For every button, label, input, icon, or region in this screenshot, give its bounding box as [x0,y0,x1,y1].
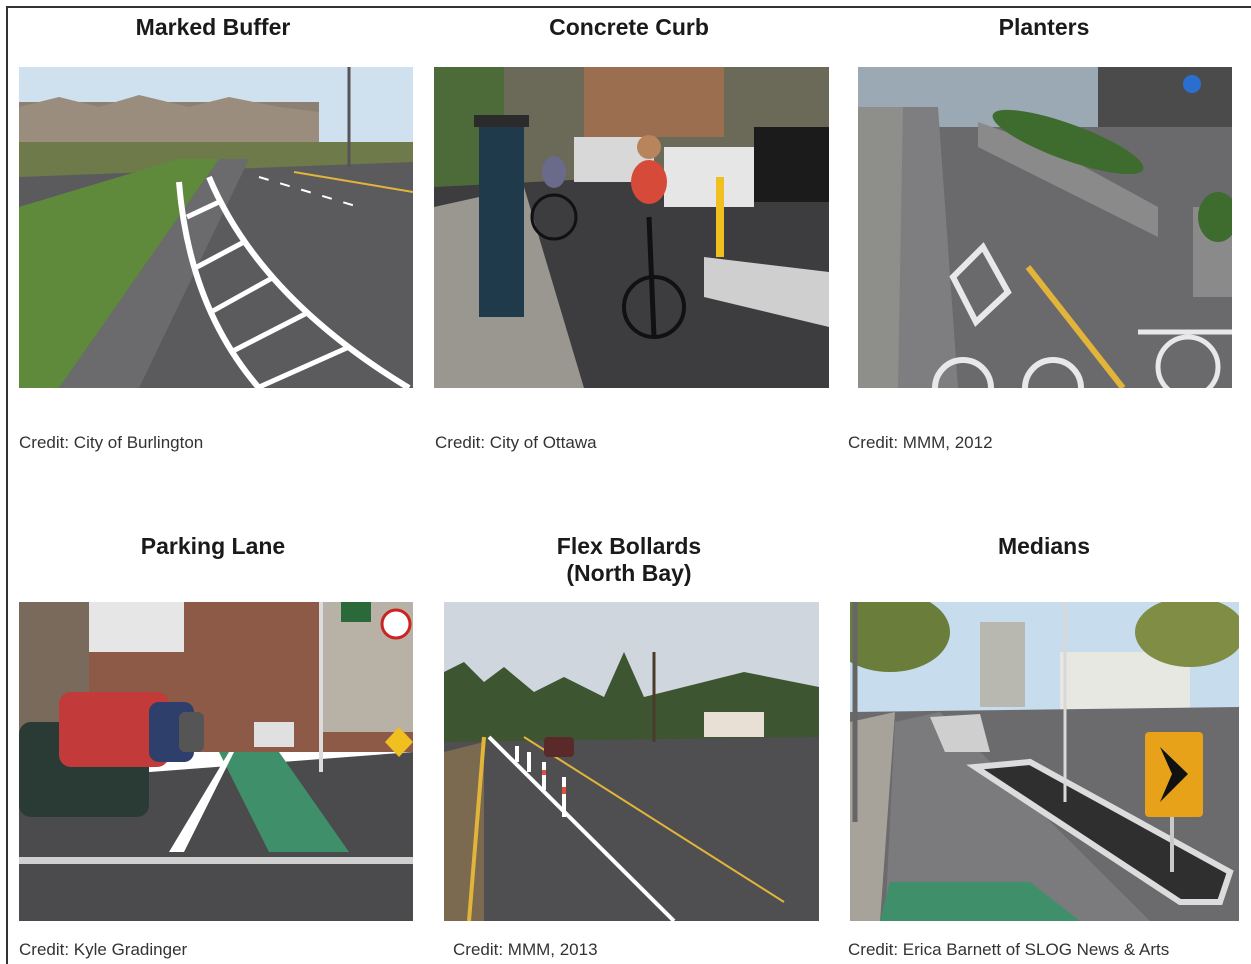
panel-title: Marked Buffer [135,14,291,40]
photo-credit: Credit: MMM, 2012 [848,433,993,452]
panel-title: Medians [997,533,1091,559]
photo-credit: Credit: MMM, 2013 [453,940,598,959]
panel-flex-bollards: Flex Bollards (North Bay) Credit: MMM, 2… [424,527,834,964]
panel-title: Planters [998,14,1090,40]
panel-concrete-curb: Concrete Curb Credit: City of Ottawa [424,8,834,478]
photo-concrete-curb [434,67,829,388]
photo-credit: Credit: Erica Barnett of SLOG News & Art… [848,940,1170,959]
panel-parking-lane: Parking Lane Credit: Kyle Gradinger [8,527,418,964]
panel-planters: Planters Credit: MMM, 2012 [839,8,1249,478]
photo-flex-bollards [444,602,819,921]
photo-credit: Credit: City of Ottawa [435,433,597,452]
panel-title: Concrete Curb [549,14,709,40]
panel-marked-buffer: Marked Buffer Credit: City of Burlington [8,8,418,478]
photo-parking-lane [19,602,413,921]
photo-marked-buffer [19,67,413,388]
panel-medians: Medians Credit: Erica Barnett of SLOG Ne… [839,527,1249,964]
photo-medians [850,602,1239,921]
panel-title: Flex Bollards (North Bay) [556,533,702,586]
panel-title: Parking Lane [140,533,286,559]
photo-credit: Credit: Kyle Gradinger [19,940,188,959]
photo-credit: Credit: City of Burlington [19,433,204,452]
photo-planters [858,67,1232,388]
